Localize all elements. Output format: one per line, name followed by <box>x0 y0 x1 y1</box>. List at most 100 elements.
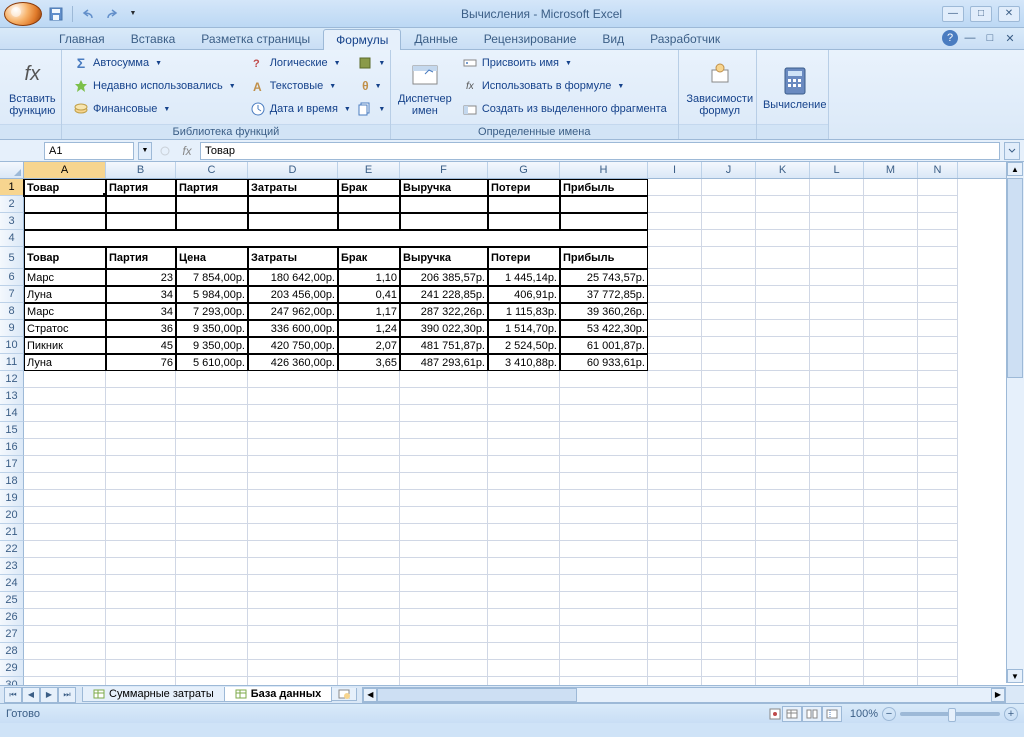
cell-A4[interactable] <box>24 230 106 247</box>
cell-K14[interactable] <box>756 405 810 422</box>
cell-E18[interactable] <box>338 473 400 490</box>
cell-J30[interactable] <box>702 677 756 685</box>
cell-K2[interactable] <box>756 196 810 213</box>
cell-N21[interactable] <box>918 524 958 541</box>
cell-B22[interactable] <box>106 541 176 558</box>
cell-G29[interactable] <box>488 660 560 677</box>
cell-D16[interactable] <box>248 439 338 456</box>
cell-G25[interactable] <box>488 592 560 609</box>
cell-C2[interactable] <box>176 196 248 213</box>
cell-L18[interactable] <box>810 473 864 490</box>
scroll-right-icon[interactable]: ▶ <box>991 688 1005 702</box>
cell-D28[interactable] <box>248 643 338 660</box>
cell-H13[interactable] <box>560 388 648 405</box>
cell-G23[interactable] <box>488 558 560 575</box>
cell-C26[interactable] <box>176 609 248 626</box>
column-header-J[interactable]: J <box>702 162 756 178</box>
cell-F21[interactable] <box>400 524 488 541</box>
cell-D2[interactable] <box>248 196 338 213</box>
row-header-1[interactable]: 1 <box>0 179 24 196</box>
zoom-level[interactable]: 100% <box>850 708 878 720</box>
cell-N10[interactable] <box>918 337 958 354</box>
row-header-14[interactable]: 14 <box>0 405 24 422</box>
cell-G8[interactable]: 1 115,83р. <box>488 303 560 320</box>
cell-F9[interactable]: 390 022,30р. <box>400 320 488 337</box>
cell-D29[interactable] <box>248 660 338 677</box>
cell-L2[interactable] <box>810 196 864 213</box>
cell-B11[interactable]: 76 <box>106 354 176 371</box>
cell-F17[interactable] <box>400 456 488 473</box>
row-header-19[interactable]: 19 <box>0 490 24 507</box>
cell-L28[interactable] <box>810 643 864 660</box>
cell-N4[interactable] <box>918 230 958 247</box>
cell-A13[interactable] <box>24 388 106 405</box>
cell-L16[interactable] <box>810 439 864 456</box>
cell-L17[interactable] <box>810 456 864 473</box>
page-layout-view-button[interactable] <box>802 706 822 722</box>
cell-C6[interactable]: 7 854,00р. <box>176 269 248 286</box>
cell-B18[interactable] <box>106 473 176 490</box>
row-header-2[interactable]: 2 <box>0 196 24 213</box>
cell-F13[interactable] <box>400 388 488 405</box>
column-header-I[interactable]: I <box>648 162 702 178</box>
insert-function-button[interactable]: fx Вставить функцию <box>6 52 59 124</box>
cell-J4[interactable] <box>702 230 756 247</box>
cell-A21[interactable] <box>24 524 106 541</box>
cell-A20[interactable] <box>24 507 106 524</box>
cell-N27[interactable] <box>918 626 958 643</box>
cell-M12[interactable] <box>864 371 918 388</box>
cell-F6[interactable]: 206 385,57р. <box>400 269 488 286</box>
cell-B26[interactable] <box>106 609 176 626</box>
cell-G14[interactable] <box>488 405 560 422</box>
cell-G22[interactable] <box>488 541 560 558</box>
cell-E28[interactable] <box>338 643 400 660</box>
qat-customize-icon[interactable]: ▼ <box>125 6 141 22</box>
cell-N3[interactable] <box>918 213 958 230</box>
cell-H10[interactable]: 61 001,87р. <box>560 337 648 354</box>
cell-J20[interactable] <box>702 507 756 524</box>
cell-G9[interactable]: 1 514,70р. <box>488 320 560 337</box>
text-functions-button[interactable]: AТекстовые▼ <box>245 75 356 97</box>
ribbon-restore-button[interactable]: □ <box>982 30 998 46</box>
cell-K11[interactable] <box>756 354 810 371</box>
cell-M3[interactable] <box>864 213 918 230</box>
cell-I15[interactable] <box>648 422 702 439</box>
cell-F16[interactable] <box>400 439 488 456</box>
new-sheet-button[interactable] <box>331 688 357 701</box>
cell-E3[interactable] <box>338 213 400 230</box>
cell-G15[interactable] <box>488 422 560 439</box>
cell-E11[interactable]: 3,65 <box>338 354 400 371</box>
ribbon-close-button[interactable]: ✕ <box>1002 30 1018 46</box>
cell-L13[interactable] <box>810 388 864 405</box>
tab-вставка[interactable]: Вставка <box>118 28 189 49</box>
cell-A15[interactable] <box>24 422 106 439</box>
cell-C30[interactable] <box>176 677 248 685</box>
cell-E21[interactable] <box>338 524 400 541</box>
cell-A6[interactable]: Марс <box>24 269 106 286</box>
cell-E10[interactable]: 2,07 <box>338 337 400 354</box>
cell-L8[interactable] <box>810 303 864 320</box>
cell-F3[interactable] <box>400 213 488 230</box>
cell-K23[interactable] <box>756 558 810 575</box>
cell-N15[interactable] <box>918 422 958 439</box>
cell-L20[interactable] <box>810 507 864 524</box>
cell-L5[interactable] <box>810 247 864 269</box>
column-header-B[interactable]: B <box>106 162 176 178</box>
cell-G3[interactable] <box>488 213 560 230</box>
cell-C14[interactable] <box>176 405 248 422</box>
cell-N22[interactable] <box>918 541 958 558</box>
cell-K16[interactable] <box>756 439 810 456</box>
cell-H1[interactable]: Прибыль <box>560 179 648 196</box>
cell-L7[interactable] <box>810 286 864 303</box>
cell-A24[interactable] <box>24 575 106 592</box>
row-header-23[interactable]: 23 <box>0 558 24 575</box>
cell-C20[interactable] <box>176 507 248 524</box>
calculation-button[interactable]: Вычисление <box>763 52 827 124</box>
row-header-26[interactable]: 26 <box>0 609 24 626</box>
cell-B19[interactable] <box>106 490 176 507</box>
cell-N8[interactable] <box>918 303 958 320</box>
cell-E15[interactable] <box>338 422 400 439</box>
cell-N29[interactable] <box>918 660 958 677</box>
cell-C17[interactable] <box>176 456 248 473</box>
cell-M11[interactable] <box>864 354 918 371</box>
